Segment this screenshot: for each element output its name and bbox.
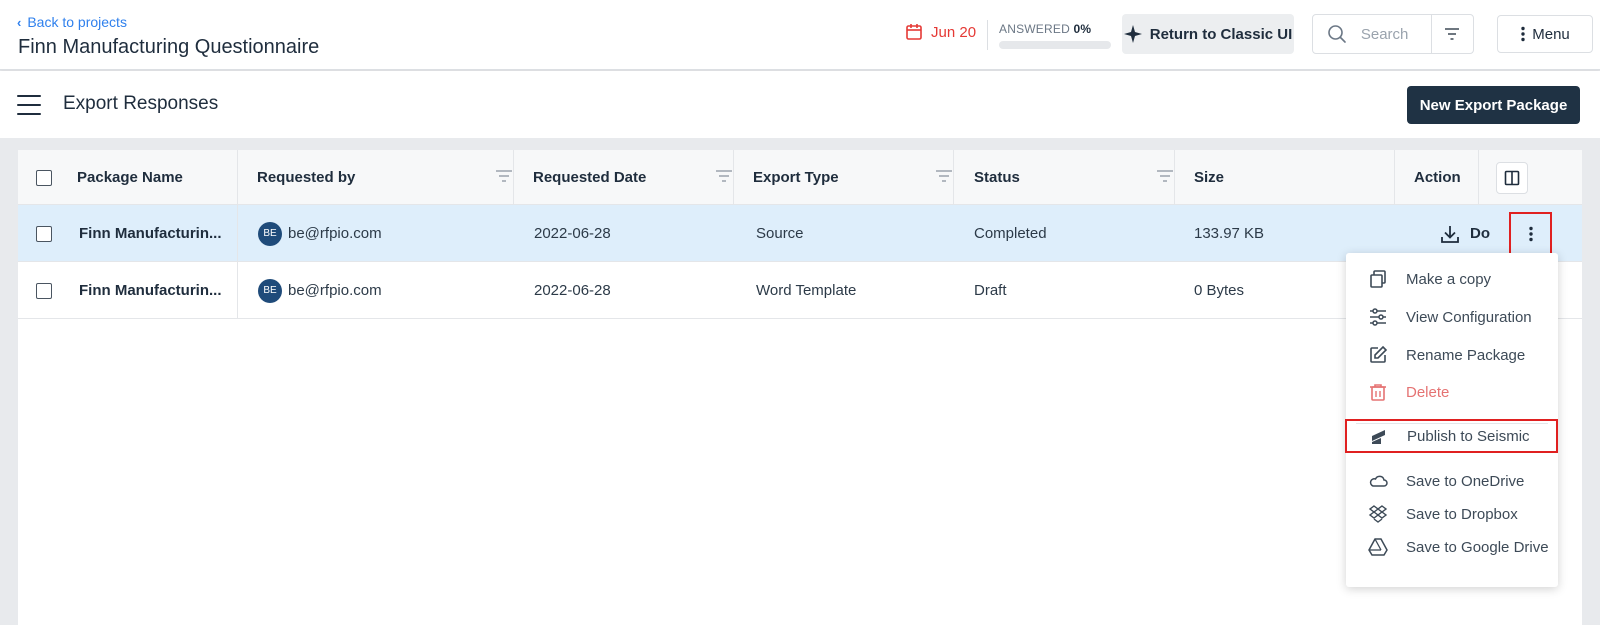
requested-date: 2022-06-28	[534, 225, 611, 242]
menu-item-save-to-google-drive[interactable]: Save to Google Drive	[1346, 531, 1558, 563]
row-checkbox[interactable]	[36, 225, 52, 242]
search-filter-icon[interactable]	[1430, 15, 1473, 53]
due-date-label: Jun 20	[931, 23, 977, 41]
row-actions-button[interactable]	[1509, 212, 1552, 255]
col-status[interactable]: Status	[974, 150, 1194, 205]
requested-date: 2022-06-28	[534, 282, 611, 299]
col-requested-by[interactable]: Requested by	[257, 150, 533, 205]
select-all-cell	[36, 150, 52, 205]
download-icon	[1441, 225, 1459, 243]
size: 133.97 KB	[1194, 225, 1265, 242]
menu-item-save-to-onedrive[interactable]: Save to OneDrive	[1346, 465, 1558, 497]
sparkle-icon	[1123, 25, 1142, 43]
menu-item-make-copy[interactable]: Make a copy	[1346, 263, 1558, 295]
sub-header: Export Responses New Export Package	[0, 71, 1600, 138]
column-settings[interactable]	[1496, 150, 1528, 205]
package-name[interactable]: Finn Manufacturin...	[79, 262, 222, 319]
project-title: Finn Manufacturing Questionnaire	[18, 36, 320, 58]
dropbox-icon	[1368, 505, 1388, 523]
chevron-left-icon: ‹	[17, 14, 22, 30]
col-package-name[interactable]: Package Name	[77, 150, 183, 205]
col-size[interactable]: Size	[1194, 150, 1224, 205]
menu-item-view-configuration[interactable]: View Configuration	[1346, 301, 1558, 333]
export-type: Word Template	[756, 282, 857, 299]
hamburger-icon[interactable]	[17, 95, 41, 115]
new-export-package-button[interactable]: New Export Package	[1407, 86, 1580, 124]
answered-progress-bar	[999, 41, 1111, 49]
copy-icon	[1370, 270, 1386, 288]
search-input[interactable]	[1360, 25, 1431, 43]
requested-by: BE be@rfpio.com	[258, 262, 382, 319]
top-header: ‹ Back to projects Finn Manufacturing Qu…	[0, 0, 1600, 70]
col-action: Action	[1414, 169, 1461, 186]
columns-icon[interactable]	[1496, 161, 1528, 194]
page-title: Export Responses	[63, 93, 219, 114]
filter-icon[interactable]	[935, 169, 953, 183]
search-icon[interactable]	[1313, 24, 1361, 44]
menu-item-delete[interactable]: Delete	[1346, 376, 1558, 408]
header-divider	[987, 20, 988, 50]
sliders-icon	[1370, 308, 1386, 326]
status: Draft	[974, 282, 1007, 299]
onedrive-icon	[1369, 475, 1388, 487]
col-requested-date[interactable]: Requested Date	[533, 150, 753, 205]
size: 0 Bytes	[1194, 282, 1245, 299]
filter-icon[interactable]	[715, 169, 733, 183]
kebab-icon	[1528, 226, 1533, 241]
menu-label: Menu	[1532, 25, 1570, 43]
select-all-checkbox[interactable]	[36, 169, 52, 186]
menu-button[interactable]: Menu	[1497, 15, 1593, 53]
menu-item-publish-to-seismic[interactable]: Publish to Seismic	[1345, 419, 1558, 453]
row-checkbox[interactable]	[36, 282, 52, 299]
answered-label: ANSWERED	[999, 22, 1070, 36]
menu-item-save-to-dropbox[interactable]: Save to Dropbox	[1346, 498, 1558, 530]
download-label: Do	[1470, 225, 1490, 242]
avatar: BE	[258, 278, 282, 303]
export-type: Source	[756, 225, 804, 242]
filter-icon[interactable]	[1156, 169, 1174, 183]
classic-ui-label: Return to Classic UI	[1149, 25, 1293, 43]
rename-icon	[1370, 345, 1388, 363]
package-name[interactable]: Finn Manufacturin...	[79, 205, 222, 262]
menu-item-rename-package[interactable]: Rename Package	[1346, 339, 1558, 371]
seismic-icon	[1372, 430, 1385, 444]
calendar-icon	[906, 24, 922, 40]
search-box	[1312, 14, 1474, 54]
answered-percent: 0%	[1073, 22, 1092, 36]
filter-icon[interactable]	[495, 169, 513, 183]
answered-progress: ANSWERED 0%	[999, 22, 1111, 49]
row-actions-menu: Make a copy View Configuration Rename Pa…	[1345, 253, 1558, 587]
table-header: Package Name Requested by Requested Date…	[18, 150, 1582, 205]
col-export-type[interactable]: Export Type	[753, 150, 973, 205]
return-to-classic-ui-button[interactable]: Return to Classic UI	[1122, 14, 1294, 54]
status: Completed	[974, 225, 1047, 242]
back-link-label: Back to projects	[27, 14, 127, 30]
google-drive-icon	[1368, 538, 1388, 556]
kebab-icon	[1521, 26, 1525, 42]
back-to-projects-link[interactable]: ‹ Back to projects	[17, 14, 127, 30]
requested-by: BE be@rfpio.com	[258, 205, 382, 262]
avatar: BE	[258, 221, 282, 246]
trash-icon	[1370, 384, 1386, 401]
due-date[interactable]: Jun 20	[905, 23, 976, 41]
